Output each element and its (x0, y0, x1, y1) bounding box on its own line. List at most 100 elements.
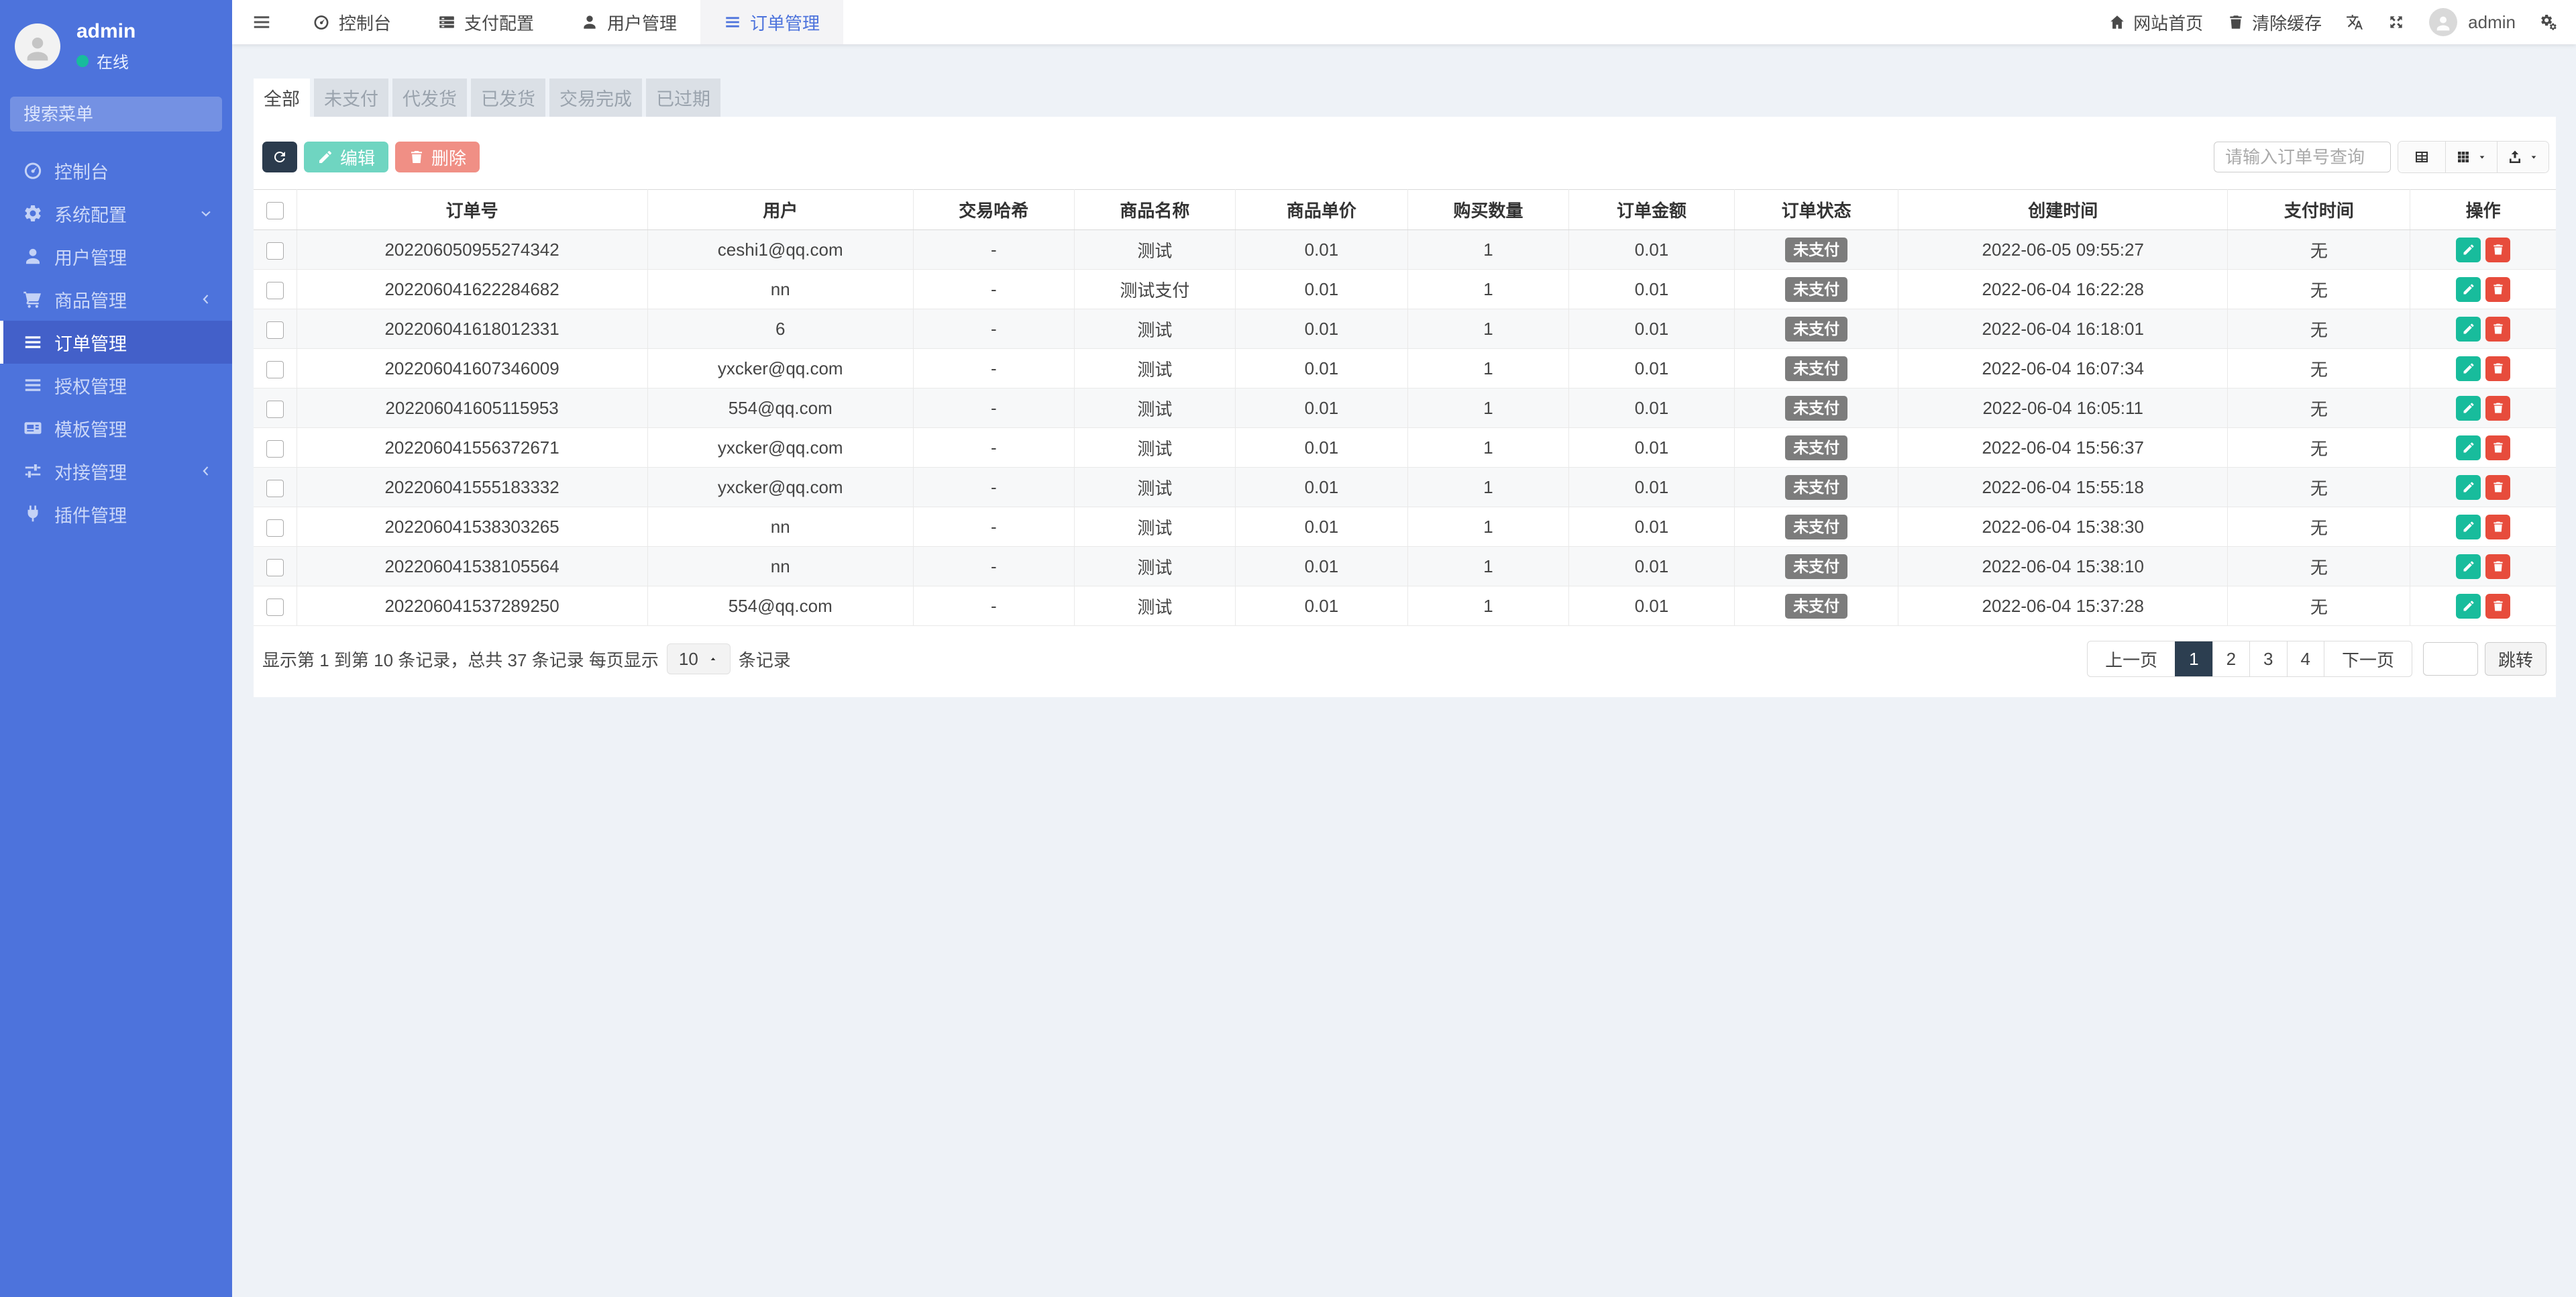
row-delete-button[interactable] (2485, 593, 2511, 619)
row-delete-button[interactable] (2485, 395, 2511, 421)
topbar-tab-order-management[interactable]: 订单管理 (700, 0, 844, 44)
topbar-home-link[interactable]: 网站首页 (2108, 10, 2203, 35)
edit-button[interactable]: 编辑 (304, 142, 389, 172)
orders-table: 订单号 用户 交易哈希 商品名称 商品单价 购买数量 订单金额 订单状态 创建时间 支付时间 操作 … (254, 189, 2556, 626)
price-cell: 0.01 (1234, 507, 1408, 547)
page-jump-input[interactable] (2422, 642, 2478, 676)
pagination-page-3[interactable]: 3 (2249, 641, 2286, 676)
row-checkbox[interactable] (266, 242, 284, 260)
pagination-next[interactable]: 下一页 (2323, 641, 2412, 676)
product-cell: 测试 (1073, 586, 1236, 626)
page-jump-button[interactable]: 跳转 (2484, 642, 2546, 676)
row-checkbox[interactable] (266, 360, 284, 378)
pagination-page-2[interactable]: 2 (2212, 641, 2249, 676)
row-edit-button[interactable] (2456, 316, 2481, 342)
row-delete-button[interactable] (2485, 554, 2511, 579)
sidebar-search-input[interactable] (23, 103, 248, 125)
row-checkbox[interactable] (266, 479, 284, 497)
row-delete-button[interactable] (2485, 316, 2511, 342)
topbar-language-button[interactable] (2346, 13, 2363, 31)
qty-cell: 1 (1407, 467, 1570, 507)
topbar-tab-user-management[interactable]: 用户管理 (557, 0, 700, 44)
row-edit-button[interactable] (2456, 276, 2481, 302)
toggle-view-button[interactable] (2398, 142, 2445, 172)
pencil-icon (2462, 441, 2475, 454)
amount-cell: 0.01 (1568, 507, 1735, 547)
qty-cell: 1 (1407, 348, 1570, 388)
row-delete-button[interactable] (2485, 435, 2511, 460)
sidebar-item-order-management[interactable]: 订单管理 (0, 321, 232, 364)
order-search-input[interactable] (2214, 142, 2391, 172)
row-checkbox[interactable] (266, 519, 284, 537)
row-delete-button[interactable] (2485, 237, 2511, 262)
filter-tab-to-ship[interactable]: 代发货 (392, 79, 467, 117)
sidebar-toggle-icon[interactable] (252, 12, 272, 32)
sidebar-item-plugin-management[interactable]: 插件管理 (0, 492, 232, 535)
row-edit-button[interactable] (2456, 514, 2481, 539)
row-edit-button[interactable] (2456, 474, 2481, 500)
filter-tab-shipped[interactable]: 已发货 (471, 79, 545, 117)
sidebar-item-product-management[interactable]: 商品管理 (0, 278, 232, 321)
row-checkbox[interactable] (266, 281, 284, 299)
sidebar-item-dashboard[interactable]: 控制台 (0, 149, 232, 192)
row-edit-button[interactable] (2456, 395, 2481, 421)
sidebar-item-template-management[interactable]: 模板管理 (0, 407, 232, 450)
refresh-button[interactable] (262, 142, 297, 172)
export-button[interactable] (2497, 142, 2548, 172)
pencil-icon (2462, 401, 2475, 415)
row-checkbox[interactable] (266, 558, 284, 576)
pagination-page-1[interactable]: 1 (2175, 641, 2212, 676)
columns-button[interactable] (2445, 142, 2497, 172)
delete-button[interactable]: 删除 (395, 142, 480, 172)
filter-tab-completed[interactable]: 交易完成 (549, 79, 642, 117)
row-checkbox[interactable] (266, 598, 284, 616)
filter-tab-all[interactable]: 全部 (254, 79, 310, 117)
row-delete-button[interactable] (2485, 356, 2511, 381)
row-edit-button[interactable] (2456, 435, 2481, 460)
checkbox-cell (254, 269, 297, 309)
topbar-clear-cache-link[interactable]: 清除缓存 (2227, 10, 2322, 35)
caret-down-icon (2528, 152, 2539, 162)
trash-icon (2227, 13, 2245, 31)
row-edit-button[interactable] (2456, 593, 2481, 619)
row-edit-button[interactable] (2456, 237, 2481, 262)
topbar-tab-payment-config[interactable]: 支付配置 (415, 0, 557, 44)
view-button-group (2398, 141, 2549, 173)
sidebar-item-authorization-management[interactable]: 授权管理 (0, 364, 232, 407)
row-delete-button[interactable] (2485, 276, 2511, 302)
row-delete-button[interactable] (2485, 514, 2511, 539)
page-size-select[interactable]: 10 (666, 643, 731, 674)
row-checkbox[interactable] (266, 400, 284, 418)
column-header-3: 商品名称 (1073, 189, 1236, 230)
row-delete-button[interactable] (2485, 474, 2511, 500)
select-all-checkbox[interactable] (266, 202, 284, 220)
status-badge: 未支付 (1785, 514, 1848, 539)
price-cell: 0.01 (1234, 546, 1408, 586)
product-cell: 测试 (1073, 507, 1236, 547)
row-checkbox[interactable] (266, 439, 284, 458)
status-cell: 未支付 (1734, 229, 1899, 270)
gauge-icon (23, 160, 43, 180)
row-checkbox[interactable] (266, 321, 284, 339)
topbar-fullscreen-button[interactable] (2387, 13, 2405, 31)
profile-status: 在线 (76, 49, 136, 72)
pagination-prev[interactable]: 上一页 (2088, 641, 2175, 676)
status-badge: 未支付 (1785, 593, 1848, 619)
row-edit-button[interactable] (2456, 554, 2481, 579)
sidebar-item-integration-management[interactable]: 对接管理 (0, 450, 232, 492)
row-edit-button[interactable] (2456, 356, 2481, 381)
price-cell: 0.01 (1234, 229, 1408, 270)
topbar-profile[interactable]: admin (2429, 8, 2516, 36)
topbar-settings-button[interactable] (2540, 13, 2557, 31)
pagination-page-4[interactable]: 4 (2286, 641, 2324, 676)
topbar-tab-dashboard[interactable]: 控制台 (289, 0, 415, 44)
sidebar-item-system-config[interactable]: 系统配置 (0, 192, 232, 235)
sidebar-item-user-management[interactable]: 用户管理 (0, 235, 232, 278)
filter-tab-expired[interactable]: 已过期 (646, 79, 720, 117)
order-no-cell: 202206041538303265 (296, 507, 648, 547)
product-cell: 测试 (1073, 229, 1236, 270)
gears-icon (2540, 13, 2557, 31)
column-header-1: 用户 (647, 189, 914, 230)
filter-tab-unpaid[interactable]: 未支付 (314, 79, 388, 117)
order-no-cell: 202206041537289250 (296, 586, 648, 626)
